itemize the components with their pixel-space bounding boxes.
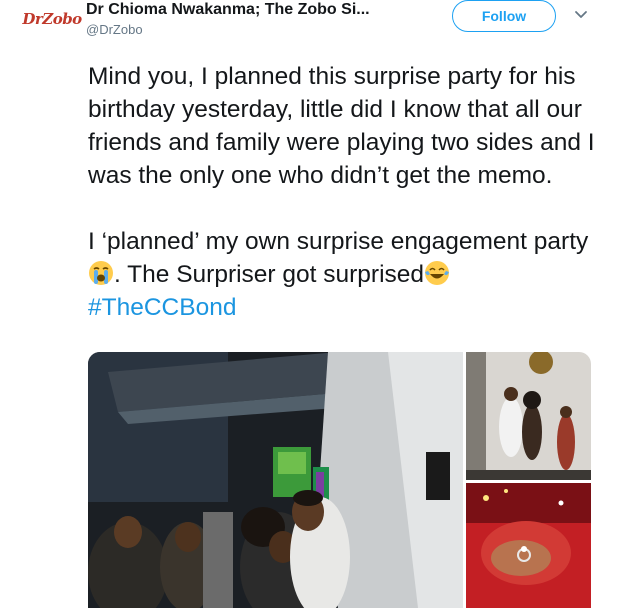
photo-ring-closeup[interactable]: [466, 483, 591, 608]
tweet-paragraph-1: Mind you, I planned this surprise party …: [88, 63, 595, 189]
hashtag-link[interactable]: #TheCCBond: [88, 294, 236, 321]
avatar-logo-text: DrZobo: [22, 10, 82, 28]
author-name[interactable]: Dr Chioma Nwakanma; The Zobo Si...: [86, 1, 406, 19]
photo-couple-standing[interactable]: [466, 352, 591, 480]
tweet-paragraph-2-part-1: I ‘planned’ my own surprise engagement p…: [88, 228, 589, 255]
author-handle[interactable]: @DrZobo: [86, 22, 143, 37]
tweet-text: Mind you, I planned this surprise party …: [88, 60, 608, 324]
media-grid: [88, 352, 591, 608]
follow-label: Follow: [481, 8, 527, 24]
tweet-paragraph-2-part-2: . The Surpriser got surprised: [114, 261, 425, 288]
loudly-crying-face-icon: [89, 261, 113, 285]
avatar[interactable]: DrZobo: [22, 2, 82, 36]
photo-engagement-party[interactable]: [88, 352, 463, 608]
face-with-tears-of-joy-icon: [425, 261, 450, 285]
tweet-paragraph-2: I ‘planned’ my own surprise engagement p…: [88, 225, 608, 324]
chevron-down-icon[interactable]: [574, 10, 588, 20]
follow-button[interactable]: Follow: [452, 0, 556, 32]
